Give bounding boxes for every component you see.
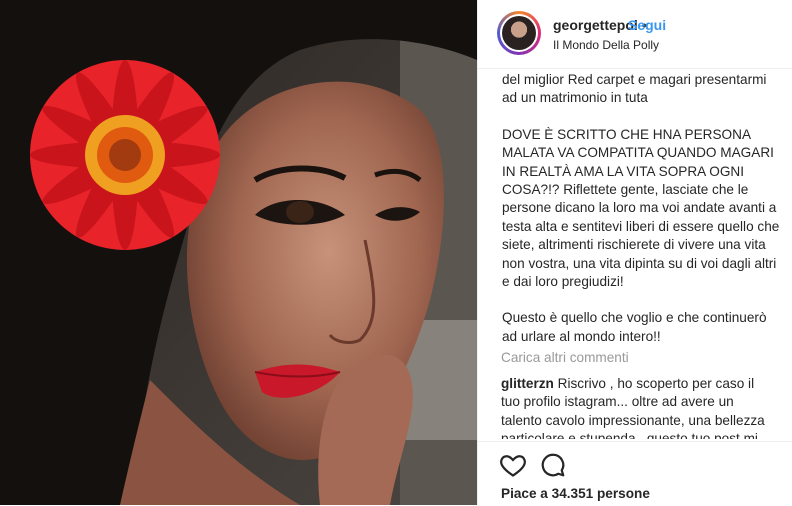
comment-item: glitterzn Riscrivo , ho scoperto per cas… — [501, 375, 776, 439]
post-header: georgettepol • Segui Il Mondo Della Polly — [478, 0, 792, 69]
portrait-image — [0, 0, 477, 505]
avatar-image — [502, 16, 536, 50]
action-bar: Piace a 34.351 persone — [478, 441, 792, 506]
likes-count[interactable]: Piace a 34.351 persone — [501, 486, 650, 501]
post-caption: del miglior Red carpet e magari presenta… — [502, 71, 782, 346]
instagram-post: georgettepol • Segui Il Mondo Della Polly… — [0, 0, 792, 505]
caption-paragraph: Questo è quello che voglio e che continu… — [502, 310, 767, 344]
post-photo[interactable] — [0, 0, 477, 505]
post-side-panel: georgettepol • Segui Il Mondo Della Polly… — [477, 0, 792, 505]
avatar[interactable] — [497, 11, 541, 55]
caption-line: del miglior Red carpet e magari presenta… — [502, 72, 767, 106]
comment-username[interactable]: glitterzn — [501, 376, 554, 391]
location-link[interactable]: Il Mondo Della Polly — [553, 38, 659, 52]
load-more-comments-link[interactable]: Carica altri commenti — [501, 350, 629, 365]
heart-icon[interactable] — [499, 451, 527, 479]
comment-icon[interactable] — [539, 451, 567, 479]
follow-button[interactable]: Segui — [628, 17, 666, 33]
caption-paragraph: DOVE È SCRITTO CHE HNA PERSONA MALATA VA… — [502, 126, 780, 290]
